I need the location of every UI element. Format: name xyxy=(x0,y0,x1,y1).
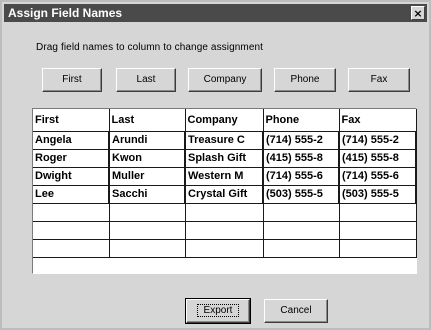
table-row: Dwight Muller Western M (714) 555-6 (714… xyxy=(33,166,417,186)
table-cell: Muller xyxy=(108,166,186,186)
table-cell: (714) 555-2 xyxy=(262,130,340,150)
column-header-last[interactable]: Last xyxy=(108,109,186,132)
field-assignment-grid[interactable]: First Last Company Phone Fax Angela Arun… xyxy=(32,108,417,274)
table-cell: (714) 555-2 xyxy=(338,130,417,150)
table-cell xyxy=(184,238,264,258)
table-cell xyxy=(184,202,264,222)
table-cell: Lee xyxy=(33,184,110,204)
column-header-company[interactable]: Company xyxy=(184,109,264,132)
table-cell xyxy=(338,202,417,222)
table-cell: (415) 555-8 xyxy=(262,148,340,168)
table-row: Lee Sacchi Crystal Gift (503) 555-5 (503… xyxy=(33,184,417,204)
table-cell xyxy=(262,202,340,222)
table-cell xyxy=(338,220,417,240)
field-button-phone[interactable]: Phone xyxy=(274,68,336,92)
table-cell: Roger xyxy=(33,148,110,168)
table-row xyxy=(33,238,417,258)
title-bar[interactable]: Assign Field Names × xyxy=(4,4,427,22)
table-row xyxy=(33,202,417,222)
field-button-label: Fax xyxy=(370,74,388,85)
table-cell: Angela xyxy=(33,130,110,150)
cancel-button[interactable]: Cancel xyxy=(264,299,328,323)
table-row xyxy=(33,220,417,240)
table-cell: Sacchi xyxy=(108,184,186,204)
table-cell: (503) 555-5 xyxy=(338,184,417,204)
field-button-label: First xyxy=(62,74,82,85)
table-cell xyxy=(184,220,264,240)
window-title: Assign Field Names xyxy=(8,6,123,20)
table-cell xyxy=(108,220,186,240)
table-cell: (714) 555-6 xyxy=(338,166,417,186)
table-cell: Dwight xyxy=(33,166,110,186)
table-cell: (503) 555-5 xyxy=(262,184,340,204)
column-header-phone[interactable]: Phone xyxy=(262,109,340,132)
data-table: First Last Company Phone Fax Angela Arun… xyxy=(33,109,417,258)
table-cell xyxy=(338,238,417,258)
field-button-label: Phone xyxy=(290,74,320,85)
field-button-fax[interactable]: Fax xyxy=(348,68,410,92)
export-button-label: Export xyxy=(196,304,240,317)
table-row: Angela Arundi Treasure C (714) 555-2 (71… xyxy=(33,130,417,150)
table-cell xyxy=(33,238,110,258)
instruction-text: Drag field names to column to change ass… xyxy=(36,42,264,53)
table-cell: Crystal Gift xyxy=(184,184,264,204)
table-cell: Splash Gift xyxy=(184,148,264,168)
field-button-label: Last xyxy=(136,74,156,85)
table-cell: Western M xyxy=(184,166,264,186)
field-button-last[interactable]: Last xyxy=(116,68,176,92)
assign-field-names-dialog: Assign Field Names × Drag field names to… xyxy=(0,0,431,330)
table-cell: Treasure C xyxy=(184,130,264,150)
table-cell: Arundi xyxy=(108,130,186,150)
column-header-first[interactable]: First xyxy=(33,109,110,132)
column-header-fax[interactable]: Fax xyxy=(338,109,417,132)
table-cell xyxy=(108,202,186,222)
table-cell xyxy=(108,238,186,258)
table-cell xyxy=(262,238,340,258)
close-button[interactable]: × xyxy=(411,6,425,20)
field-button-label: Company xyxy=(203,74,247,85)
table-cell: Kwon xyxy=(108,148,186,168)
table-cell: (415) 555-8 xyxy=(338,148,417,168)
table-header-row: First Last Company Phone Fax xyxy=(33,109,417,132)
table-cell xyxy=(33,202,110,222)
field-button-company[interactable]: Company xyxy=(188,68,262,92)
table-cell: (714) 555-6 xyxy=(262,166,340,186)
cancel-button-label: Cancel xyxy=(280,305,312,316)
export-button[interactable]: Export xyxy=(185,298,251,324)
table-cell xyxy=(33,220,110,240)
table-cell xyxy=(262,220,340,240)
field-button-first[interactable]: First xyxy=(42,68,102,92)
table-row: Roger Kwon Splash Gift (415) 555-8 (415)… xyxy=(33,148,417,168)
